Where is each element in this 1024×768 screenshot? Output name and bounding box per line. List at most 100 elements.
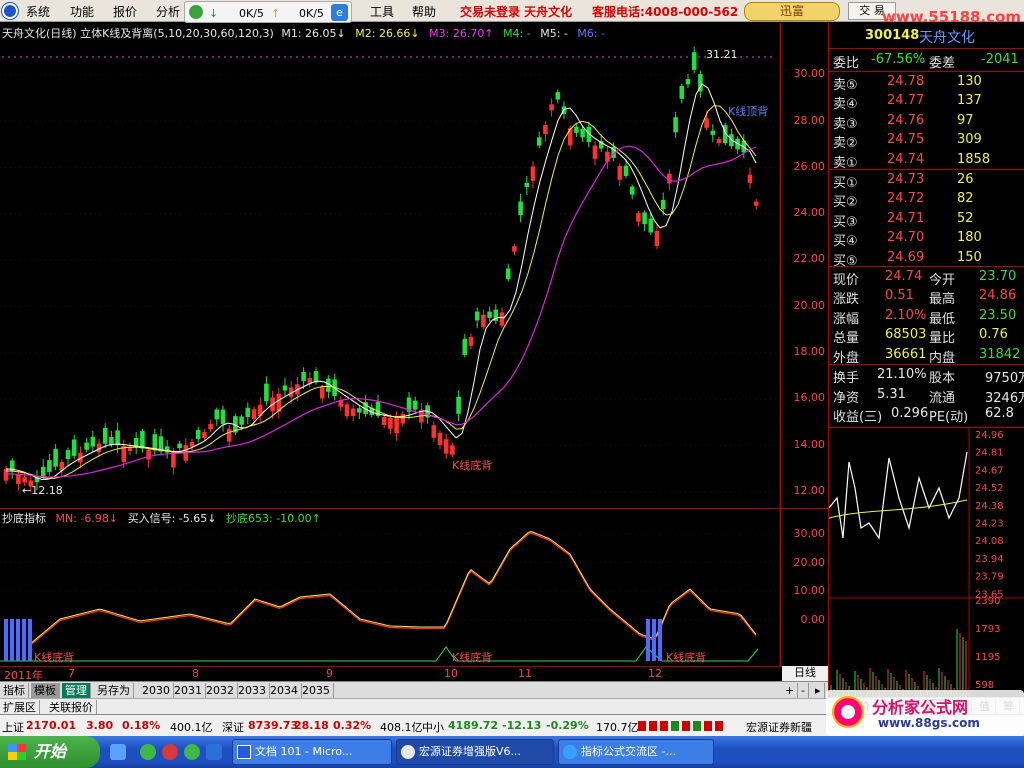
candle-body	[660, 199, 666, 210]
app-logo-icon[interactable]	[1, 2, 19, 20]
date-label: 7	[68, 667, 75, 680]
candle-body	[487, 311, 492, 318]
tab-2034[interactable]: 2034	[267, 683, 302, 698]
menu-help[interactable]: 帮助	[412, 3, 436, 20]
menu-system[interactable]: 系统	[26, 3, 50, 20]
candle-body	[214, 409, 220, 420]
taskbar-item-label: 指标公式交流区 -...	[581, 745, 676, 758]
sh-percent: 0.18%	[122, 719, 161, 732]
word-icon	[237, 745, 251, 759]
sz-change: 28.18	[294, 719, 329, 732]
y-tick: 28.00	[793, 114, 826, 127]
show-desktop-icon[interactable]	[110, 744, 126, 760]
candle-body	[412, 400, 418, 410]
bottom-divergence-label-1: K线底背	[34, 651, 75, 664]
menu-analysis[interactable]: 分析	[156, 3, 180, 20]
y-tick: 20.00	[793, 299, 826, 312]
ie-icon[interactable]: e	[331, 4, 348, 21]
candle-body	[592, 145, 598, 159]
windows-taskbar: 开始 文档 101 - Micro... 宏源证券增强版V6... 指标公式交流…	[0, 736, 1024, 768]
quicklaunch-icon[interactable]	[140, 744, 156, 760]
kline-title-bar: 天舟文化(日线) 立体K线及背离(5,10,20,30,60,120,3) M1…	[2, 25, 605, 41]
kline-chart-panel[interactable]: 天舟文化(日线) 立体K线及背离(5,10,20,30,60,120,3) M1…	[0, 23, 828, 508]
scroll-right-button[interactable]: ▸	[812, 683, 825, 698]
candle-body	[518, 201, 523, 215]
tab-2035[interactable]: 2035	[299, 683, 334, 698]
zoom-out-button[interactable]: -	[798, 683, 809, 698]
candle-body	[499, 312, 505, 326]
quicklaunch-icon[interactable]	[162, 744, 178, 760]
indicator-mn: MN: -6.98↓	[55, 512, 119, 525]
tab-indicator[interactable]: 指标	[0, 683, 29, 698]
stat-value: 23.50	[979, 307, 1017, 323]
y-tick: 16.00	[793, 391, 826, 404]
candle-body	[673, 117, 678, 133]
candle-body	[208, 423, 213, 430]
quicklaunch-icon[interactable]	[184, 744, 200, 760]
taskbar-item-browser[interactable]: 指标公式交流区 -...	[558, 739, 714, 765]
bid-label: 买①	[833, 176, 858, 191]
candle-body	[716, 139, 722, 144]
signal-bar	[10, 619, 14, 661]
start-button[interactable]: 开始	[0, 736, 100, 768]
kline-title: 天舟文化(日线) 立体K线及背离(5,10,20,30,60,120,3)	[2, 27, 274, 40]
fundamental-label: 收益(三)	[833, 410, 883, 425]
tab-2032[interactable]: 2032	[203, 683, 238, 698]
candle-body	[437, 433, 443, 445]
minichart-price-tick: 24.67	[975, 465, 1004, 476]
menu-function[interactable]: 功能	[70, 3, 94, 20]
candle-body	[109, 437, 114, 445]
candle-body	[679, 85, 685, 99]
stat-label: 涨跌	[833, 292, 860, 308]
bid-price: 24.71	[887, 210, 925, 226]
tab-manage[interactable]: 管理	[62, 683, 91, 698]
period-day-button[interactable]: 日线	[782, 666, 828, 681]
menu-tools[interactable]: 工具	[370, 3, 394, 20]
tab-related-quotes[interactable]: 关联报价	[46, 700, 97, 715]
candle-body	[456, 396, 461, 414]
minichart-price-tick: 24.81	[975, 448, 1004, 459]
candle-body	[474, 311, 480, 321]
site-logo-watermark: 分析家公式网 www.88gs.com	[826, 690, 1024, 736]
taskbar-item-hongyuan[interactable]: 宏源证券增强版V6...	[396, 739, 554, 765]
tab-2031[interactable]: 2031	[171, 683, 206, 698]
taskbar-item-label: 宏源证券增强版V6...	[419, 745, 522, 758]
indicator-panel[interactable]: 抄底指标 MN: -6.98↓ 买入信号: -5.65↓ 抄底653: -10.…	[0, 508, 828, 667]
candle-body	[177, 443, 182, 449]
stat-value: 0.51	[885, 288, 914, 304]
candle-body	[685, 79, 691, 85]
tab-extension-area[interactable]: 扩展区	[0, 700, 40, 715]
y-tick: 30.00	[793, 527, 826, 540]
stat-value: 68503	[885, 327, 927, 343]
minichart-price-tick: 24.08	[975, 536, 1004, 547]
tab-2030[interactable]: 2030	[139, 683, 174, 698]
candle-body	[636, 213, 641, 222]
stat-label: 内盘	[929, 350, 956, 366]
candle-body	[140, 431, 145, 449]
sz-label: 深证	[222, 721, 244, 734]
ask-label: 卖②	[833, 136, 858, 152]
bid-volume: 82	[957, 191, 974, 207]
xunfu-button[interactable]: 迅富	[744, 2, 840, 21]
signal-bar	[652, 619, 656, 661]
quicklaunch-icon[interactable]	[206, 744, 222, 760]
weibi-value: -67.56%	[871, 52, 926, 67]
taskbar-item-word[interactable]: 文档 101 - Micro...	[232, 739, 392, 765]
candle-body	[505, 268, 511, 280]
candle-body	[512, 246, 517, 252]
fundamental-value: 5.31	[877, 386, 906, 402]
menu-quote[interactable]: 报价	[113, 3, 137, 20]
tab-save-as[interactable]: 另存为	[94, 683, 134, 698]
signal-bar	[646, 619, 650, 661]
stat-value: 24.74	[885, 269, 923, 284]
tab-template[interactable]: 模板	[31, 683, 60, 698]
tab-2033[interactable]: 2033	[235, 683, 270, 698]
candle-body	[555, 92, 561, 100]
sz-amount: 408.1亿	[380, 721, 423, 734]
intraday-minichart[interactable]: 24.96 24.81 24.67 24.52 24.38 24.23 24.08 23.94…	[828, 428, 1024, 703]
bid-row: 买② 24.72 82	[829, 190, 1024, 210]
indicator-title: 抄底指标	[2, 512, 46, 525]
fundamental-row: 净资 5.31 流通 3246万	[829, 386, 1024, 406]
candle-body	[462, 338, 468, 355]
zoom-in-button[interactable]: +	[782, 683, 799, 698]
